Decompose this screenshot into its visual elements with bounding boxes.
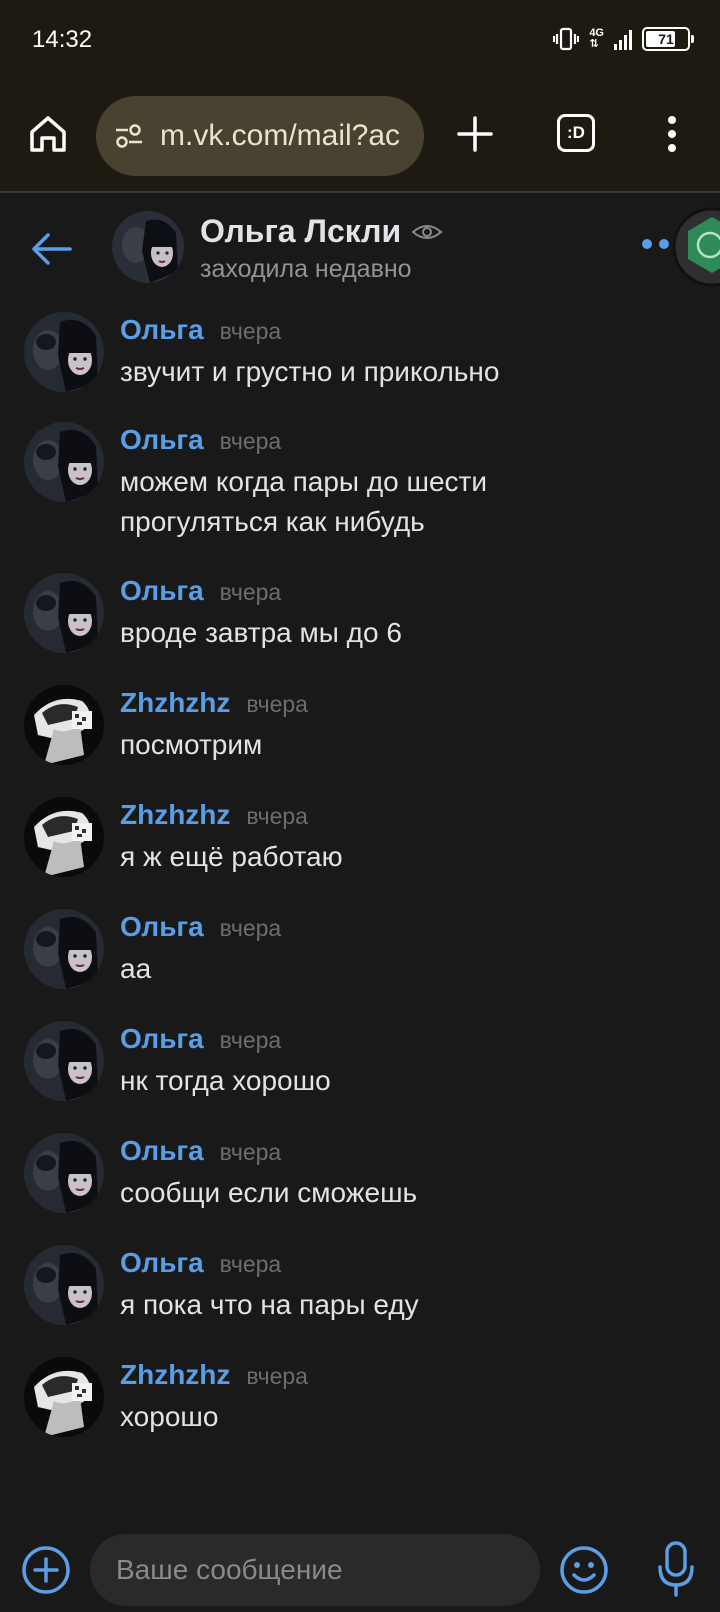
home-icon[interactable] bbox=[26, 112, 70, 156]
message-composer bbox=[0, 1530, 720, 1612]
message-author[interactable]: Ольга bbox=[120, 575, 204, 607]
message-text: посмотрим bbox=[120, 729, 263, 760]
battery-level: 71 bbox=[658, 31, 674, 47]
message-time: вчера bbox=[219, 579, 282, 605]
message-time: вчера bbox=[219, 318, 282, 344]
message-author[interactable]: Ольга bbox=[120, 1135, 204, 1167]
message-text: я пока что на пары еду bbox=[120, 1289, 419, 1320]
chat-title[interactable]: Ольга Лскли bbox=[200, 213, 443, 250]
message-time: вчера bbox=[219, 1139, 282, 1165]
message-author[interactable]: Ольга bbox=[120, 911, 204, 943]
extension-icon[interactable] bbox=[672, 207, 720, 287]
message-text: сообщи если сможешь bbox=[120, 1177, 418, 1208]
message-text: нк тогда хорошо bbox=[120, 1065, 331, 1096]
message-text: можем когда пары до шести прогуляться ка… bbox=[120, 466, 488, 537]
message-input[interactable] bbox=[90, 1534, 540, 1606]
browser-toolbar: m.vk.com/mail?ac :D bbox=[0, 80, 720, 193]
avatar[interactable] bbox=[24, 685, 104, 765]
plus-icon[interactable] bbox=[455, 114, 495, 154]
avatar[interactable] bbox=[112, 211, 184, 283]
eye-icon bbox=[411, 224, 443, 239]
message-author[interactable]: Ольга bbox=[120, 314, 204, 346]
tune-icon[interactable] bbox=[114, 121, 144, 151]
battery-icon: 71 bbox=[642, 27, 694, 51]
message-author[interactable]: Zhzhzhz bbox=[120, 1359, 230, 1391]
transfer-arrows-icon: ⇅ bbox=[589, 38, 599, 50]
avatar[interactable] bbox=[24, 573, 104, 653]
message-time: вчера bbox=[219, 1027, 282, 1053]
message-time: вчера bbox=[219, 915, 282, 941]
mic-icon[interactable] bbox=[656, 1540, 696, 1598]
tabs-icon[interactable]: :D bbox=[557, 114, 595, 152]
message-time: вчера bbox=[246, 803, 308, 829]
emoji-icon[interactable] bbox=[558, 1544, 610, 1596]
message-text: звучит и грустно и прикольно bbox=[120, 356, 500, 387]
message-text: хорошо bbox=[120, 1401, 219, 1432]
signal-icon bbox=[614, 28, 632, 50]
message-text: аа bbox=[120, 953, 152, 984]
contact-status: заходила недавно bbox=[200, 255, 412, 283]
contact-name: Ольга Лскли bbox=[200, 213, 402, 249]
message-text: вроде завтра мы до 6 bbox=[120, 617, 402, 648]
status-icons: 4G ⇅ 71 bbox=[553, 24, 694, 54]
avatar[interactable] bbox=[24, 422, 104, 502]
back-arrow-icon[interactable] bbox=[30, 231, 72, 267]
message-author[interactable]: Zhzhzhz bbox=[120, 687, 230, 719]
avatar[interactable] bbox=[24, 1133, 104, 1213]
avatar[interactable] bbox=[24, 1245, 104, 1325]
message-time: вчера bbox=[219, 1251, 282, 1277]
message-author[interactable]: Zhzhzhz bbox=[120, 799, 230, 831]
vibrate-icon bbox=[553, 27, 580, 51]
avatar[interactable] bbox=[24, 909, 104, 989]
message-time: вчера bbox=[246, 1363, 308, 1389]
message-time: вчера bbox=[219, 428, 282, 454]
avatar[interactable] bbox=[24, 797, 104, 877]
message-text: я ж ещё работаю bbox=[120, 841, 343, 872]
status-bar: 14:32 4G ⇅ 71 bbox=[0, 0, 720, 80]
network-type: 4G ⇅ bbox=[589, 27, 604, 50]
message-time: вчера bbox=[246, 691, 308, 717]
message-author[interactable]: Ольга bbox=[120, 424, 204, 456]
status-time: 14:32 bbox=[32, 26, 93, 53]
avatar[interactable] bbox=[24, 1357, 104, 1437]
avatar[interactable] bbox=[24, 1021, 104, 1101]
chat-header: Ольга Лскли заходила недавно bbox=[0, 195, 720, 303]
message-author[interactable]: Ольга bbox=[120, 1023, 204, 1055]
message-author[interactable]: Ольга bbox=[120, 1247, 204, 1279]
menu-dots-icon[interactable] bbox=[662, 112, 682, 156]
url-text: m.vk.com/mail?ac bbox=[160, 119, 401, 152]
avatar[interactable] bbox=[24, 312, 104, 392]
address-bar[interactable]: m.vk.com/mail?ac bbox=[96, 96, 424, 176]
attach-plus-icon[interactable] bbox=[20, 1544, 72, 1596]
